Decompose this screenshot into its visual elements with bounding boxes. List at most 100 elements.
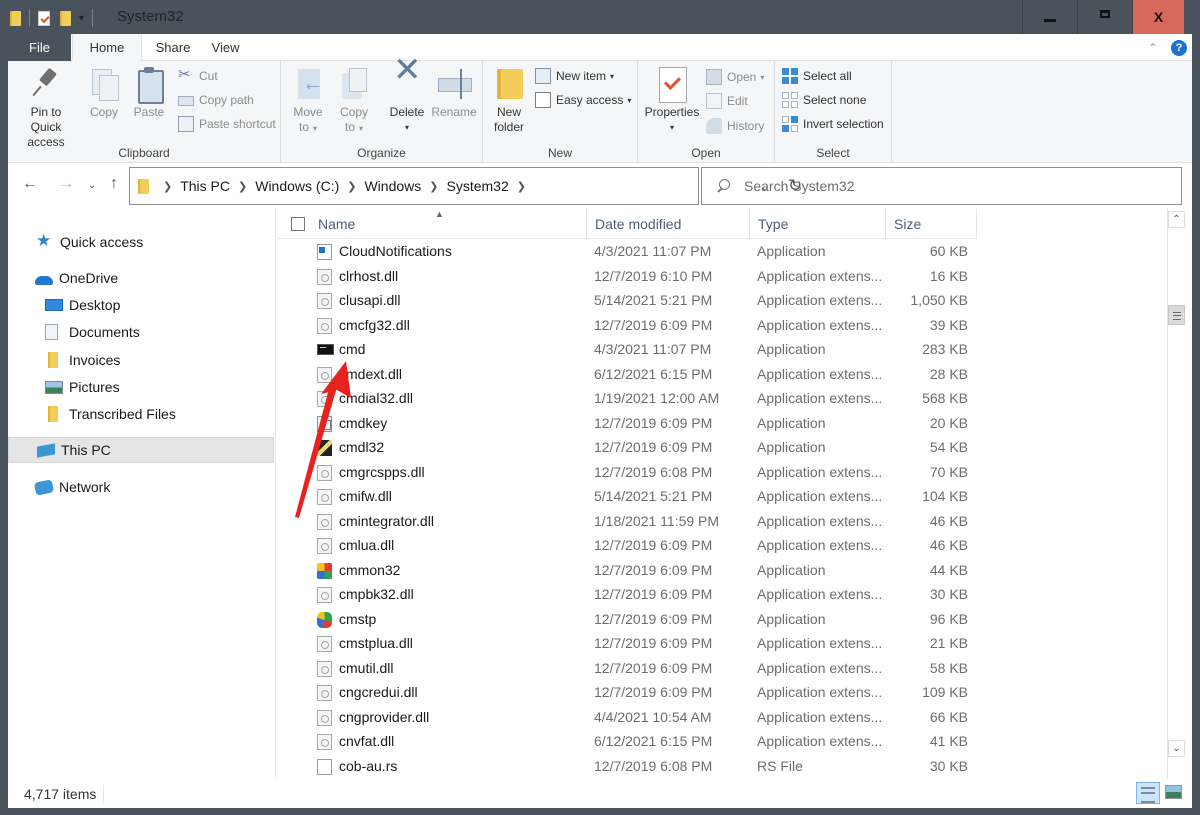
paste-button[interactable]: Paste <box>130 67 168 120</box>
copy-to-button[interactable]: Copy to ▾ <box>335 67 373 136</box>
rename-button[interactable]: Rename <box>431 67 477 120</box>
button-label: Easy access <box>556 93 624 107</box>
tab-view[interactable]: View <box>203 34 248 61</box>
tab-share[interactable]: Share <box>143 34 203 61</box>
file-row[interactable]: cngcredui.dll 12/7/2019 6:09 PM Applicatio… <box>277 681 977 705</box>
file-row[interactable]: clrhost.dll 12/7/2019 6:10 PM Application … <box>277 265 977 289</box>
file-type: RS File <box>757 757 803 774</box>
file-row[interactable]: cmintegrator.dll 1/18/2021 11:59 PM Applic… <box>277 510 977 534</box>
file-row[interactable]: cmdl32 12/7/2019 6:09 PM Application 54 KB <box>277 436 977 460</box>
breadcrumb-separator-icon[interactable]: ❯ <box>517 180 526 193</box>
clipboard-group: Pin to Quick access Copy Paste Cut Copy … <box>8 61 281 163</box>
copy-path-button[interactable]: Copy path <box>178 90 254 110</box>
breadcrumb-separator-icon[interactable]: ❯ <box>429 180 438 193</box>
file-row[interactable]: cmutil.dll 12/7/2019 6:09 PM Application e… <box>277 657 977 681</box>
breadcrumb-windows[interactable]: Windows <box>364 178 421 194</box>
column-header-name[interactable]: ▲ Name <box>277 209 587 239</box>
file-row[interactable]: clusapi.dll 5/14/2021 5:21 PM Application … <box>277 289 977 313</box>
nav-item-network[interactable]: Network <box>33 475 110 499</box>
file-row[interactable]: cmstplua.dll 12/7/2019 6:09 PM Application… <box>277 632 977 656</box>
dll-file-icon <box>317 636 332 652</box>
select-all-button[interactable]: Select all <box>782 66 852 86</box>
tab-home[interactable]: Home <box>72 34 142 62</box>
file-row[interactable]: cnvfat.dll 6/12/2021 6:15 PM Application e… <box>277 730 977 754</box>
back-arrow-icon[interactable]: ← <box>22 175 38 193</box>
search-box[interactable] <box>701 167 1182 205</box>
new-item-button[interactable]: New item ▾ <box>535 66 614 86</box>
copy-button[interactable]: Copy <box>86 67 122 120</box>
file-size: 20 KB <box>929 414 968 431</box>
search-input[interactable] <box>744 178 1144 194</box>
details-view-icon[interactable] <box>1136 782 1160 804</box>
select-none-button[interactable]: Select none <box>782 90 866 110</box>
file-row[interactable]: cmlua.dll 12/7/2019 6:09 PM Application ex… <box>277 534 977 558</box>
invert-selection-button[interactable]: Invert selection <box>782 114 884 134</box>
file-row[interactable]: cmmon32 12/7/2019 6:09 PM Application 44 KB <box>277 559 977 583</box>
file-row[interactable]: cmifw.dll 5/14/2021 5:21 PM Application ex… <box>277 485 977 509</box>
file-type: Application extens... <box>757 365 883 382</box>
column-header-size[interactable]: Size <box>886 209 977 239</box>
breadcrumb-separator-icon[interactable]: ❯ <box>163 180 172 193</box>
file-row[interactable]: cmdial32.dll 1/19/2021 12:00 AM Applicatio… <box>277 387 977 411</box>
dropdown-icon: ▾ <box>627 95 632 105</box>
address-bar[interactable]: ❯ This PC ❯ Windows (C:) ❯ Windows ❯ Sys… <box>129 167 802 205</box>
file-row[interactable]: cmstp 12/7/2019 6:09 PM Application 96 KB <box>277 608 977 632</box>
nav-item-label: Documents <box>69 324 140 340</box>
file-row[interactable]: cmdext.dll 6/12/2021 6:15 PM Application e… <box>277 363 977 387</box>
breadcrumb-system32[interactable]: System32 <box>446 178 508 194</box>
paste-shortcut-button[interactable]: Paste shortcut <box>178 114 276 134</box>
nav-item-pictures[interactable]: Pictures <box>45 375 120 399</box>
up-arrow-icon[interactable]: ↑ <box>110 175 118 193</box>
vertical-scrollbar[interactable]: ⌃ ⌄ <box>1167 209 1185 779</box>
scroll-up-icon[interactable]: ⌃ <box>1168 211 1185 228</box>
recent-locations-chevron-icon[interactable]: ⌄ <box>88 180 96 191</box>
forward-arrow-icon[interactable]: → <box>58 175 74 193</box>
scroll-down-icon[interactable]: ⌄ <box>1168 740 1185 757</box>
file-row[interactable]: cmd 4/3/2021 11:07 PM Application 283 KB <box>277 338 977 362</box>
breadcrumb-separator-icon[interactable]: ❯ <box>238 180 247 193</box>
properties-button[interactable]: Properties ▾ <box>642 67 702 135</box>
file-row[interactable]: cmcfg32.dll 12/7/2019 6:09 PM Application … <box>277 314 977 338</box>
file-row[interactable]: CloudNotifications 4/3/2021 11:07 PM Appli… <box>277 240 977 264</box>
cut-button[interactable]: Cut <box>178 65 218 86</box>
tab-file[interactable]: File <box>8 34 71 61</box>
nav-item-transcribed-files[interactable]: Transcribed Files <box>48 402 176 426</box>
pin-to-quick-access-button[interactable]: Pin to Quick access <box>14 67 78 150</box>
move-to-button[interactable]: Move to ▾ <box>289 67 327 136</box>
file-row[interactable]: cmpbk32.dll 12/7/2019 6:09 PM Application … <box>277 583 977 607</box>
file-row[interactable]: cob-au.rs 12/7/2019 6:08 PM RS File 30 KB <box>277 755 977 779</box>
large-icons-view-icon[interactable] <box>1165 785 1182 799</box>
file-row[interactable]: cngprovider.dll 4/4/2021 10:54 AM Applicat… <box>277 706 977 730</box>
file-size: 28 KB <box>929 365 968 382</box>
delete-button[interactable]: Delete ▾ <box>387 63 427 135</box>
open-icon <box>706 69 722 85</box>
nav-item-invoices[interactable]: Invoices <box>48 348 120 372</box>
history-button[interactable]: History <box>706 116 764 136</box>
help-icon[interactable]: ? <box>1171 40 1187 56</box>
nav-item-onedrive[interactable]: OneDrive <box>35 266 118 290</box>
column-header-type[interactable]: Type <box>750 209 886 239</box>
cmmon32-icon <box>317 562 332 579</box>
edit-button[interactable]: Edit <box>706 91 748 111</box>
new-folder-button[interactable]: New folder <box>491 67 527 135</box>
scrollbar-thumb[interactable] <box>1168 305 1185 325</box>
file-row[interactable]: cmdkey 12/7/2019 6:09 PM Application 20 KB <box>277 412 977 436</box>
select-all-checkbox[interactable] <box>291 217 305 231</box>
easy-access-button[interactable]: Easy access ▾ <box>535 90 631 110</box>
breadcrumb-separator-icon[interactable]: ❯ <box>347 180 356 193</box>
file-name: cmcfg32.dll <box>339 316 410 333</box>
nav-item-desktop[interactable]: Desktop <box>45 293 120 317</box>
file-name: cmstp <box>339 610 377 627</box>
collapse-ribbon-icon[interactable]: ⌃ <box>1148 41 1158 55</box>
copy-to-icon <box>338 67 370 101</box>
nav-item-documents[interactable]: Documents <box>45 320 140 344</box>
column-header-date-modified[interactable]: Date modified <box>587 209 750 239</box>
file-date-modified: 6/12/2021 6:15 PM <box>594 365 713 382</box>
nav-item-quick-access[interactable]: Quick access <box>36 230 143 254</box>
open-button[interactable]: Open ▾ <box>706 67 764 87</box>
nav-item-this-pc[interactable]: This PC <box>8 437 274 463</box>
file-type: Application extens... <box>757 684 883 700</box>
breadcrumb-windows-c[interactable]: Windows (C:) <box>255 178 339 194</box>
file-row[interactable]: cmgrcspps.dll 12/7/2019 6:08 PM Applicatio… <box>277 461 977 485</box>
breadcrumb-this-pc[interactable]: This PC <box>180 178 230 194</box>
